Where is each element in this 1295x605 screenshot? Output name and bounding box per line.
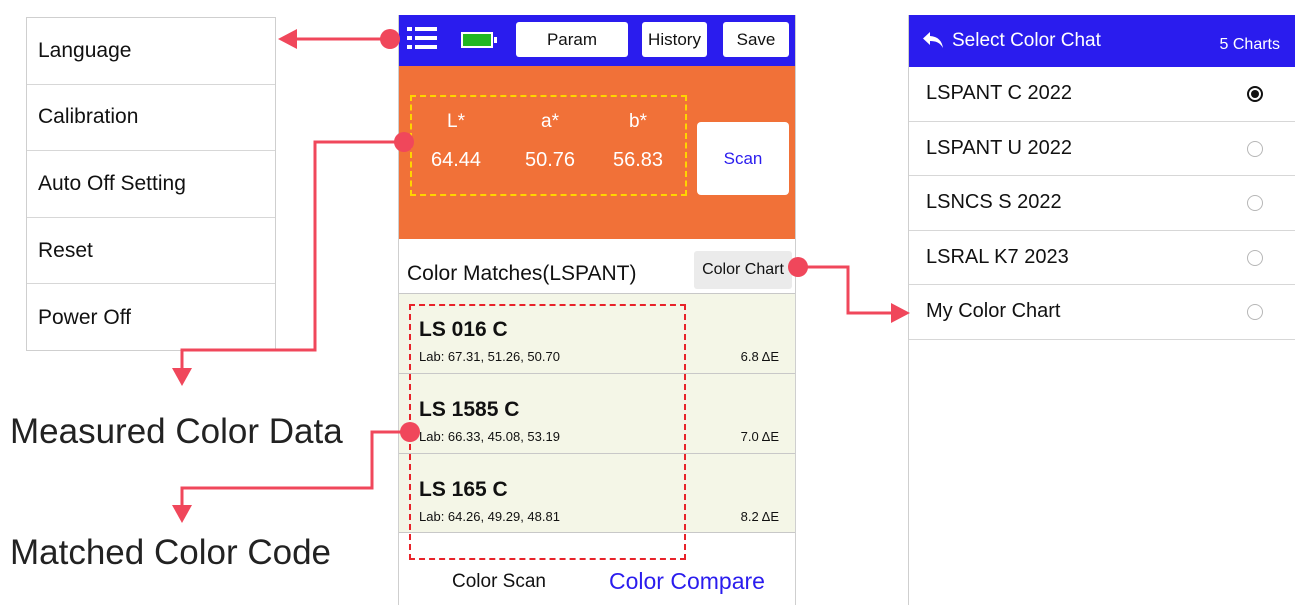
- matched-callout-dot: [400, 422, 420, 442]
- menu-arrowhead: [278, 29, 297, 49]
- chart-callout-dot: [788, 257, 808, 277]
- chart-callout-line: [798, 265, 892, 315]
- chart-arrowhead: [891, 303, 910, 323]
- measured-arrowhead: [172, 368, 192, 386]
- menu-callout-dot: [380, 29, 400, 49]
- measured-callout-dot: [394, 132, 414, 152]
- measured-callout-line: [180, 140, 404, 372]
- matched-arrowhead: [172, 505, 192, 523]
- matched-callout-line: [180, 430, 410, 508]
- annotation-arrows: [172, 29, 910, 523]
